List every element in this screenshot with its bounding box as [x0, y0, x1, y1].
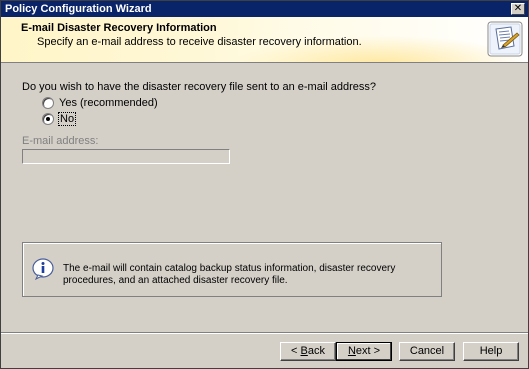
info-icon	[32, 258, 54, 280]
help-label: Help	[479, 345, 503, 357]
radio-yes[interactable]	[42, 97, 54, 109]
wizard-header: E-mail Disaster Recovery Information Spe…	[1, 17, 528, 63]
page-title: E-mail Disaster Recovery Information	[21, 22, 217, 34]
radio-no-label: No	[57, 112, 77, 126]
window-title: Policy Configuration Wizard	[5, 3, 152, 15]
next-button[interactable]: Next >	[336, 342, 392, 361]
radio-yes-label: Yes (recommended)	[59, 97, 158, 109]
info-text: The e-mail will contain catalog backup s…	[63, 263, 396, 286]
back-accel: B	[300, 345, 308, 357]
wizard-window: Policy Configuration Wizard ✕ E-mail Dis…	[0, 0, 529, 369]
back-prefix: <	[291, 345, 301, 357]
recovery-question: Do you wish to have the disaster recover…	[22, 81, 377, 93]
close-button[interactable]: ✕	[511, 3, 525, 15]
cancel-label: Cancel	[409, 345, 445, 357]
wizard-document-icon	[487, 21, 523, 57]
option-no[interactable]: No	[42, 112, 77, 126]
help-button[interactable]: Help	[463, 342, 519, 361]
back-rest: ack	[307, 345, 325, 357]
close-icon: ✕	[513, 3, 523, 14]
email-field[interactable]	[22, 149, 230, 164]
radio-no[interactable]	[42, 113, 54, 125]
footer-divider	[1, 332, 528, 334]
next-rest: ext >	[355, 345, 381, 357]
option-yes[interactable]: Yes (recommended)	[42, 96, 158, 110]
cancel-button[interactable]: Cancel	[399, 342, 455, 361]
next-accel: N	[347, 345, 356, 357]
page-subtitle: Specify an e-mail address to receive dis…	[37, 36, 362, 48]
email-label: E-mail address:	[22, 135, 99, 147]
info-panel: The e-mail will contain catalog backup s…	[22, 242, 442, 297]
title-bar: Policy Configuration Wizard ✕	[1, 1, 528, 17]
back-button[interactable]: < Back	[280, 342, 336, 361]
